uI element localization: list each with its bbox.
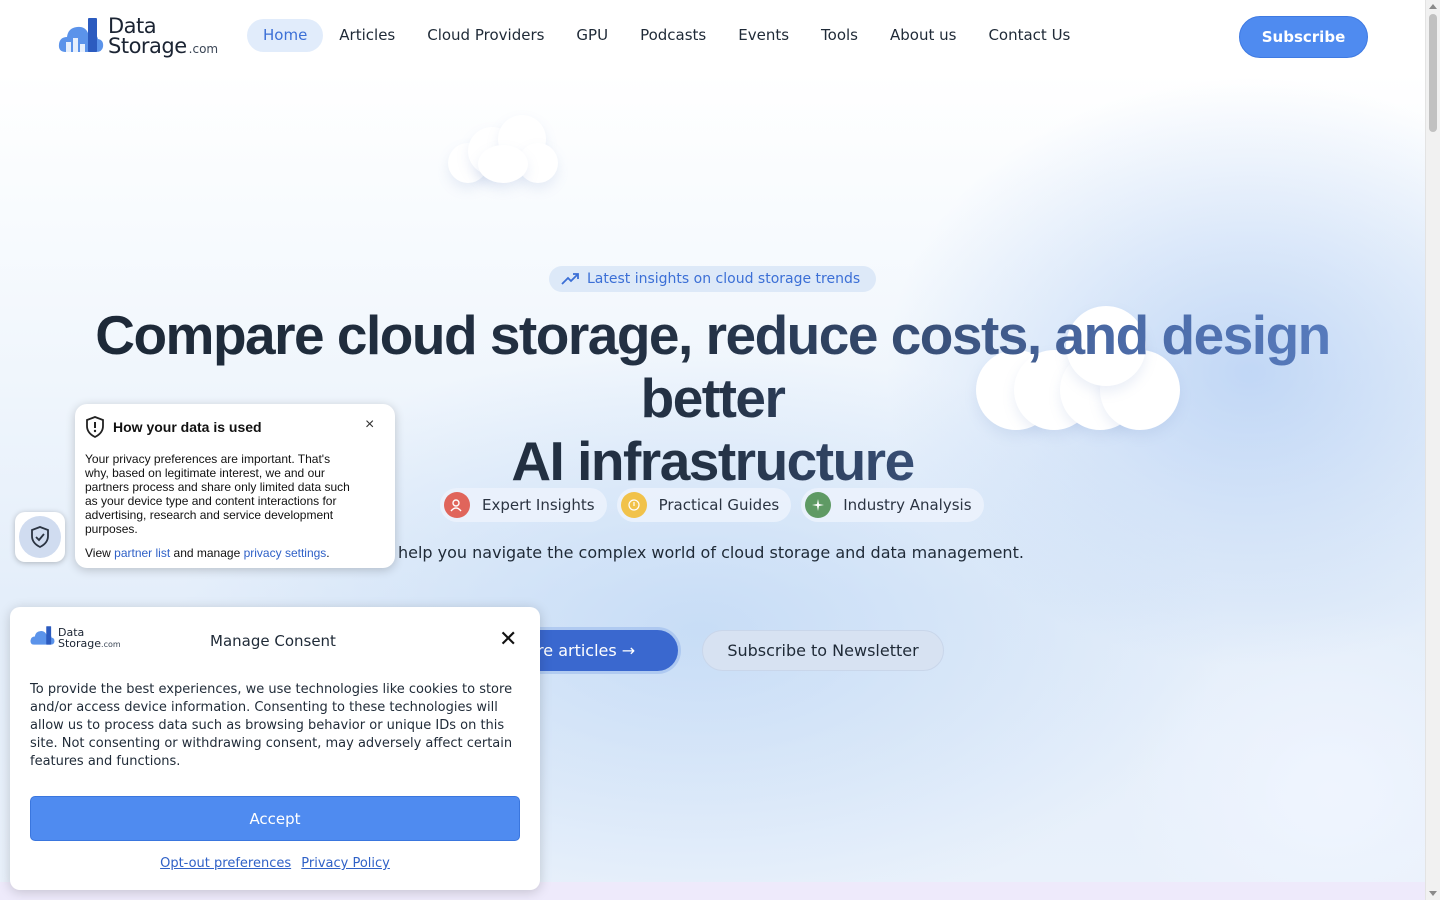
- lightbulb-icon: [620, 492, 647, 518]
- consent-logo-suffix: .com: [101, 640, 121, 649]
- pill-label: Industry Analysis: [843, 496, 972, 514]
- nav-cloud-providers[interactable]: Cloud Providers: [411, 19, 560, 52]
- pill-label: Practical Guides: [658, 496, 780, 514]
- scroll-down-icon[interactable]: [1429, 891, 1437, 896]
- privacy-popup-close-button[interactable]: ×: [365, 416, 374, 434]
- partner-list-link[interactable]: partner list: [114, 546, 170, 560]
- privacy-popup-body: Your privacy preferences are important. …: [85, 452, 350, 536]
- nav-articles[interactable]: Articles: [323, 19, 411, 52]
- logo-text-data: Data: [108, 14, 157, 38]
- privacy-policy-link[interactable]: Privacy Policy: [301, 856, 390, 871]
- cloud-logo-icon: [58, 18, 104, 52]
- trend-badge-label: Latest insights on cloud storage trends: [587, 271, 861, 287]
- privacy-popup: How your data is used × Your privacy pre…: [75, 404, 395, 568]
- privacy-popup-title: How your data is used: [113, 419, 262, 435]
- and-manage-text: and manage: [173, 546, 241, 560]
- subscribe-button[interactable]: Subscribe: [1239, 16, 1368, 58]
- consent-dialog: Data Storage.com Manage Consent ✕ To pro…: [10, 607, 540, 890]
- consent-close-button[interactable]: ✕: [499, 629, 517, 651]
- nav-contact-us[interactable]: Contact Us: [972, 19, 1086, 52]
- opt-out-preferences-link[interactable]: Opt-out preferences: [160, 856, 291, 871]
- consent-logo-line2: Storage: [58, 637, 102, 650]
- site-header: Data Storage .com Home Articles Cloud Pro…: [0, 0, 1425, 72]
- feature-pills: Expert Insights Practical Guides Industr…: [440, 488, 984, 522]
- pill-industry-analysis: Industry Analysis: [801, 488, 984, 522]
- view-text: View: [85, 546, 111, 560]
- nav-home[interactable]: Home: [247, 19, 324, 52]
- hero-tagline: help you navigate the complex world of c…: [398, 543, 1024, 562]
- main-nav: Home Articles Cloud Providers GPU Podcas…: [247, 19, 1086, 52]
- scrollbar-thumb[interactable]: [1429, 14, 1437, 132]
- user-star-icon: [444, 492, 470, 518]
- logo-text-suffix: .com: [188, 42, 219, 56]
- page-scrollbar[interactable]: [1425, 0, 1440, 900]
- consent-logo-text: Data Storage.com: [58, 627, 121, 650]
- pill-label: Expert Insights: [482, 496, 595, 514]
- trending-up-icon: [561, 273, 579, 285]
- pill-expert-insights: Expert Insights: [440, 488, 607, 522]
- trend-badge: Latest insights on cloud storage trends: [549, 266, 876, 292]
- privacy-popup-links: View partner list and manage privacy set…: [85, 546, 385, 560]
- consent-links: Opt-out preferences Privacy Policy: [10, 856, 540, 871]
- period-text: .: [326, 546, 330, 560]
- shield-check-icon: [31, 526, 49, 549]
- sparkle-icon: [805, 492, 832, 518]
- privacy-settings-button[interactable]: [15, 512, 65, 562]
- nav-tools[interactable]: Tools: [805, 19, 874, 52]
- decorative-cloud-left: [448, 115, 560, 185]
- logo-text-storage: Storage: [108, 34, 187, 58]
- privacy-settings-link[interactable]: privacy settings: [244, 546, 327, 560]
- pill-practical-guides: Practical Guides: [616, 488, 792, 522]
- nav-about-us[interactable]: About us: [874, 19, 972, 52]
- consent-logo-icon: [30, 626, 55, 645]
- nav-events[interactable]: Events: [722, 19, 805, 52]
- nav-gpu[interactable]: GPU: [560, 19, 624, 52]
- accept-button[interactable]: Accept: [30, 796, 520, 841]
- subscribe-newsletter-button[interactable]: Subscribe to Newsletter: [702, 630, 944, 671]
- scroll-up-icon[interactable]: [1429, 4, 1437, 9]
- shield-alert-icon: [86, 416, 104, 438]
- consent-body: To provide the best experiences, we use …: [30, 682, 513, 769]
- site-logo[interactable]: Data Storage .com: [58, 16, 228, 60]
- consent-title: Manage Consent: [210, 632, 336, 650]
- nav-podcasts[interactable]: Podcasts: [624, 19, 722, 52]
